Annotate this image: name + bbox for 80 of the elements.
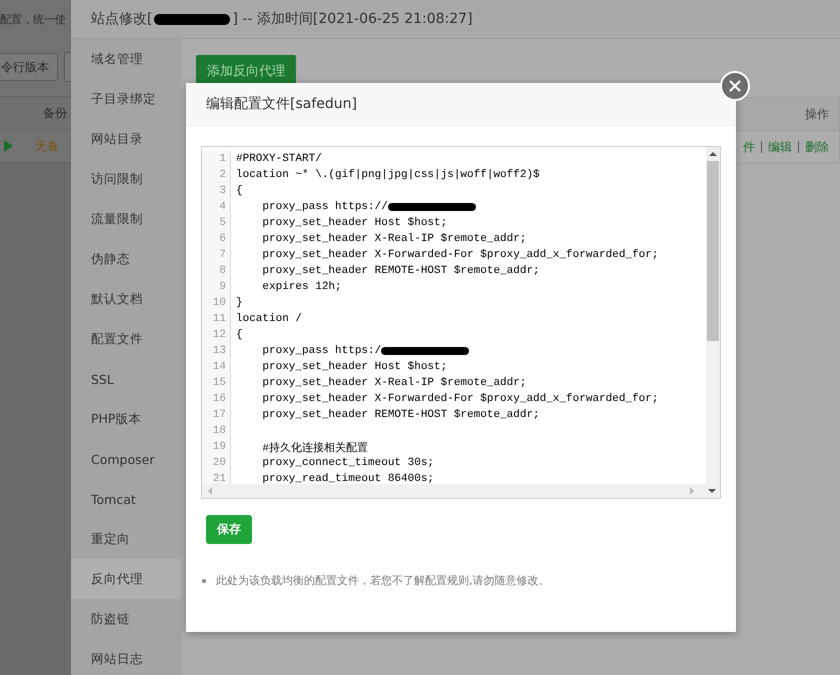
code-line: proxy_set_header X-Real-IP $remote_addr; bbox=[261, 377, 526, 389]
vertical-scrollbar[interactable] bbox=[706, 147, 720, 484]
line-number: 4 bbox=[202, 199, 231, 215]
column-header: 操作 bbox=[805, 106, 829, 122]
line-number: 7 bbox=[202, 247, 231, 263]
code-line: #持久化连接相关配置 bbox=[261, 440, 368, 454]
menu-item[interactable]: 配置文件 bbox=[71, 319, 181, 359]
code-line: location / bbox=[235, 313, 302, 325]
line-number: 20 bbox=[202, 455, 231, 471]
code-line: proxy_pass https:/ bbox=[231, 345, 470, 357]
bullet-icon bbox=[202, 578, 206, 582]
code-line: proxy_set_header Host $host; bbox=[261, 217, 448, 229]
line-number: 10 bbox=[202, 295, 231, 311]
title-text: ] -- 添加时间[2021-06-25 21:08:27] bbox=[232, 10, 473, 28]
menu-item[interactable]: 伪静态 bbox=[71, 239, 181, 279]
line-number: 18 bbox=[202, 423, 231, 439]
code-line: proxy_set_header X-Real-IP $remote_addr; bbox=[261, 233, 526, 245]
menu-item[interactable]: SSL bbox=[71, 359, 181, 399]
code-line: location ~* \.(gif|png|jpg|css|js|woff|woff2)$ bbox=[235, 169, 540, 181]
title-text: 站点修改[ bbox=[91, 10, 152, 28]
menu-item[interactable]: 网站目录 bbox=[71, 119, 181, 159]
scroll-thumb[interactable] bbox=[707, 161, 719, 341]
code-line: { bbox=[235, 185, 243, 197]
action-link[interactable]: 件 bbox=[743, 138, 755, 156]
code-line: proxy_connect_timeout 30s; bbox=[261, 457, 434, 469]
scroll-down-icon[interactable] bbox=[708, 488, 716, 494]
menu-item[interactable]: 防盗链 bbox=[71, 599, 181, 639]
menu-item[interactable]: PHP版本 bbox=[71, 399, 181, 439]
modal-title: 编辑配置文件[safedun] bbox=[186, 83, 736, 126]
code-line: expires 12h; bbox=[261, 281, 342, 293]
line-number: 3 bbox=[202, 183, 231, 199]
code-line: proxy_set_header X-Forwarded-For $proxy_add_x_forwarded_for; bbox=[261, 249, 658, 261]
line-number: 9 bbox=[202, 279, 231, 295]
line-number: 8 bbox=[202, 263, 231, 279]
line-number: 15 bbox=[202, 375, 231, 391]
action-link[interactable]: 编辑 bbox=[768, 138, 792, 156]
menu-item[interactable]: 重定向 bbox=[71, 519, 181, 559]
save-button[interactable]: 保存 bbox=[206, 515, 252, 544]
line-number: 13 bbox=[202, 343, 231, 359]
code-line: } bbox=[235, 297, 243, 309]
code-line: proxy_set_header REMOTE-HOST $remote_addr; bbox=[261, 409, 540, 421]
line-number: 16 bbox=[202, 391, 231, 407]
line-number: 2 bbox=[202, 167, 231, 183]
horizontal-scrollbar[interactable] bbox=[202, 484, 720, 498]
code-editor[interactable] bbox=[201, 146, 721, 499]
line-number: 12 bbox=[202, 327, 231, 343]
play-icon[interactable] bbox=[4, 140, 13, 152]
code-line: #PROXY-START/ bbox=[235, 153, 322, 165]
line-number: 1 bbox=[202, 151, 231, 167]
notice-text: 配置，统一使 bbox=[0, 12, 66, 26]
line-number: 11 bbox=[202, 311, 231, 327]
close-icon[interactable] bbox=[729, 80, 741, 92]
scroll-left-icon[interactable] bbox=[206, 487, 212, 495]
scroll-right-icon[interactable] bbox=[690, 487, 696, 495]
column-header: 备份 bbox=[43, 104, 67, 122]
menu-item[interactable]: 流量限制 bbox=[71, 199, 181, 239]
version-button[interactable]: 令行版本 bbox=[0, 53, 58, 81]
code-line: proxy_set_header X-Forwarded-For $proxy_add_x_forwarded_for; bbox=[261, 393, 658, 405]
code-line: proxy_pass https:// bbox=[231, 201, 476, 213]
action-link[interactable]: 删除 bbox=[805, 138, 829, 156]
note-text: 此处为该负载均衡的配置文件，若您不了解配置规则,请勿随意修改。 bbox=[216, 573, 550, 588]
line-number: 14 bbox=[202, 359, 231, 375]
line-number: 17 bbox=[202, 407, 231, 423]
menu-item[interactable]: 反向代理 bbox=[71, 559, 181, 599]
menu-item[interactable]: 默认文档 bbox=[71, 279, 181, 319]
menu-item[interactable]: 访问限制 bbox=[71, 159, 181, 199]
menu-item[interactable]: 网站日志 bbox=[71, 639, 181, 675]
code-line: { bbox=[235, 329, 243, 341]
line-number: 21 bbox=[202, 471, 231, 484]
line-number: 5 bbox=[202, 215, 231, 231]
line-number: 6 bbox=[202, 231, 231, 247]
code-line: proxy_set_header REMOTE-HOST $remote_addr; bbox=[261, 265, 540, 277]
code-line: proxy_read_timeout 86400s; bbox=[261, 473, 434, 484]
menu-item[interactable]: Composer bbox=[71, 439, 181, 479]
line-number: 19 bbox=[202, 439, 231, 455]
menu-item[interactable]: 子目录绑定 bbox=[71, 79, 181, 119]
backup-status: 无备 bbox=[35, 138, 59, 154]
menu-item[interactable]: 域名管理 bbox=[71, 39, 181, 79]
menu-item[interactable]: Tomcat bbox=[71, 479, 181, 519]
code-line: proxy_set_header Host $host; bbox=[261, 361, 448, 373]
